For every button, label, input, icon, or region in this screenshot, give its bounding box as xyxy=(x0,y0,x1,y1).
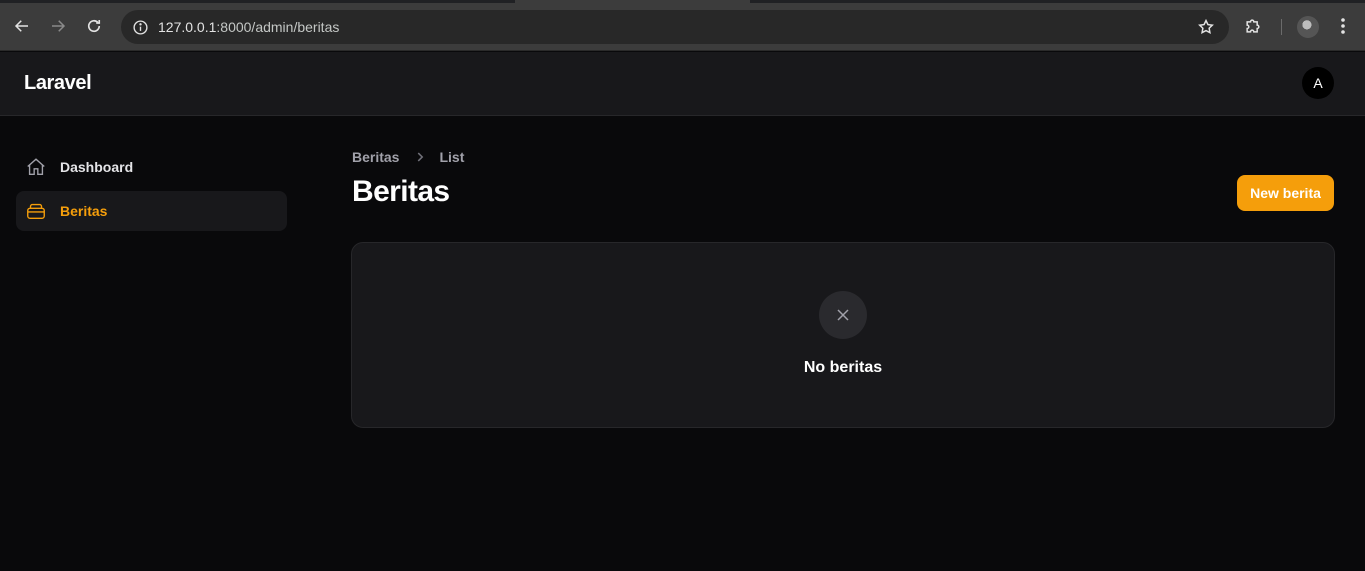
x-mark-icon xyxy=(819,291,867,339)
more-vertical-icon[interactable] xyxy=(1335,16,1351,36)
tab-strip-edge xyxy=(0,0,1365,3)
back-button[interactable] xyxy=(9,13,35,39)
reload-icon xyxy=(87,19,101,33)
sidebar-item-beritas[interactable]: Beritas xyxy=(16,191,287,231)
breadcrumb-link-beritas[interactable]: Beritas xyxy=(352,149,399,165)
star-icon[interactable] xyxy=(1197,18,1215,36)
url-text[interactable]: 127.0.0.1:8000/admin/beritas xyxy=(158,19,339,35)
breadcrumb: Beritas List xyxy=(352,149,464,165)
browser-toolbar: 127.0.0.1:8000/admin/beritas xyxy=(0,0,1365,51)
empty-state-heading: No beritas xyxy=(803,359,883,376)
table-empty-state: No beritas xyxy=(351,242,1335,428)
sidebar: Dashboard Beritas xyxy=(16,147,287,235)
profile-avatar[interactable] xyxy=(1297,16,1319,38)
url-path: :8000/admin/beritas xyxy=(216,19,340,35)
brand-logo[interactable]: Laravel xyxy=(24,72,92,95)
app-topbar: Laravel A xyxy=(0,52,1365,116)
toolbar-separator xyxy=(1281,19,1282,35)
sidebar-item-label: Dashboard xyxy=(60,159,134,175)
url-host: 127.0.0.1 xyxy=(158,19,217,35)
chevron-right-icon xyxy=(413,150,427,164)
sidebar-item-dashboard[interactable]: Dashboard xyxy=(16,147,287,187)
arrow-right-icon xyxy=(52,20,66,32)
page-title: Beritas xyxy=(352,175,450,208)
inbox-stack-icon xyxy=(25,200,47,222)
arrow-left-icon xyxy=(14,20,28,32)
info-icon[interactable] xyxy=(130,17,150,37)
forward-button[interactable] xyxy=(45,13,71,39)
breadcrumb-current: List xyxy=(439,149,465,165)
reload-button[interactable] xyxy=(81,13,107,39)
address-bar[interactable]: 127.0.0.1:8000/admin/beritas xyxy=(121,10,1229,44)
home-icon xyxy=(25,156,47,178)
user-avatar[interactable]: A xyxy=(1302,67,1334,99)
puzzle-icon[interactable] xyxy=(1243,16,1263,36)
new-berita-button[interactable]: New berita xyxy=(1237,175,1334,211)
sidebar-item-label: Beritas xyxy=(60,203,108,219)
